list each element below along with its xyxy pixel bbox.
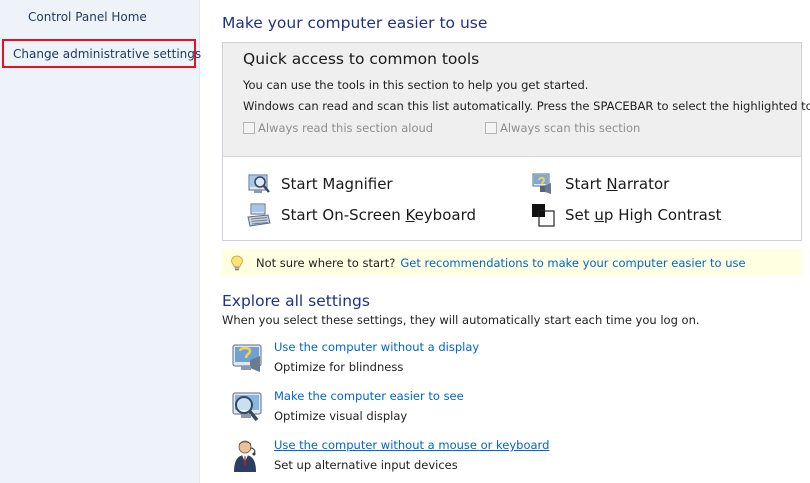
- display-icon: [232, 344, 262, 372]
- magnify-display-icon: [232, 392, 262, 422]
- without-mouse-keyboard-option: Use the computer without a mouse or keyb…: [230, 438, 650, 478]
- change-administrative-settings-link[interactable]: Change administrative settings: [2, 39, 201, 68]
- admin-link-label: Change administrative settings: [13, 46, 202, 61]
- high-contrast-icon: [532, 204, 555, 227]
- checkbox-box: [243, 122, 255, 134]
- without-display-description: Optimize for blindness: [274, 360, 404, 374]
- always-read-checkbox[interactable]: Always read this section aloud: [243, 121, 433, 135]
- always-scan-label: Always scan this section: [500, 121, 641, 135]
- start-on-screen-keyboard-button[interactable]: Start On-Screen Keyboard: [247, 203, 476, 227]
- get-recommendations-link[interactable]: Get recommendations to make your compute…: [400, 256, 745, 270]
- checkbox-box: [485, 122, 497, 134]
- start-magnifier-label: Start Magnifier: [281, 175, 393, 193]
- quick-access-header: Quick access to common tools You can use…: [223, 43, 810, 157]
- page-title: Make your computer easier to use: [222, 14, 488, 32]
- explore-all-settings-heading: Explore all settings: [222, 292, 370, 310]
- lightbulb-icon: [231, 255, 243, 270]
- always-read-label: Always read this section aloud: [258, 121, 434, 135]
- sidebar: Control Panel Home Change administrative…: [0, 0, 201, 483]
- set-up-high-contrast-button[interactable]: Set up High Contrast: [531, 203, 722, 227]
- start-on-screen-keyboard-label: Start On-Screen Keyboard: [281, 206, 476, 224]
- speech-user-icon: [234, 440, 256, 472]
- start-magnifier-button[interactable]: Start Magnifier: [247, 172, 393, 196]
- always-scan-checkbox[interactable]: Always scan this section: [485, 121, 640, 135]
- narrator-icon: [532, 173, 551, 194]
- quick-access-scan-note: Windows can read and scan this list auto…: [243, 99, 810, 113]
- without-display-link[interactable]: Use the computer without a display: [274, 340, 479, 354]
- tip-question: Not sure where to start?: [256, 255, 396, 270]
- without-display-option: Use the computer without a display Optim…: [230, 340, 650, 380]
- start-narrator-button[interactable]: Start Narrator: [531, 172, 669, 196]
- quick-access-intro: You can use the tools in this section to…: [243, 78, 589, 92]
- quick-access-title: Quick access to common tools: [243, 50, 480, 68]
- easier-to-see-option: Make the computer easier to see Optimize…: [230, 389, 650, 429]
- control-panel-home-link[interactable]: Control Panel Home: [28, 10, 147, 24]
- set-up-high-contrast-label: Set up High Contrast: [565, 206, 722, 224]
- keyboard-icon: [247, 203, 271, 227]
- quick-access-panel: Quick access to common tools You can use…: [222, 42, 810, 241]
- easier-to-see-description: Optimize visual display: [274, 409, 408, 423]
- explore-all-settings-description: When you select these settings, they wil…: [222, 313, 700, 327]
- easier-to-see-link[interactable]: Make the computer easier to see: [274, 389, 464, 403]
- without-mouse-keyboard-description: Set up alternative input devices: [274, 458, 458, 472]
- recommendation-tip-bar: Not sure where to start? Get recommendat…: [222, 249, 802, 276]
- start-narrator-label: Start Narrator: [565, 175, 670, 193]
- magnifier-icon: [248, 174, 270, 193]
- without-mouse-keyboard-link[interactable]: Use the computer without a mouse or keyb…: [274, 438, 549, 452]
